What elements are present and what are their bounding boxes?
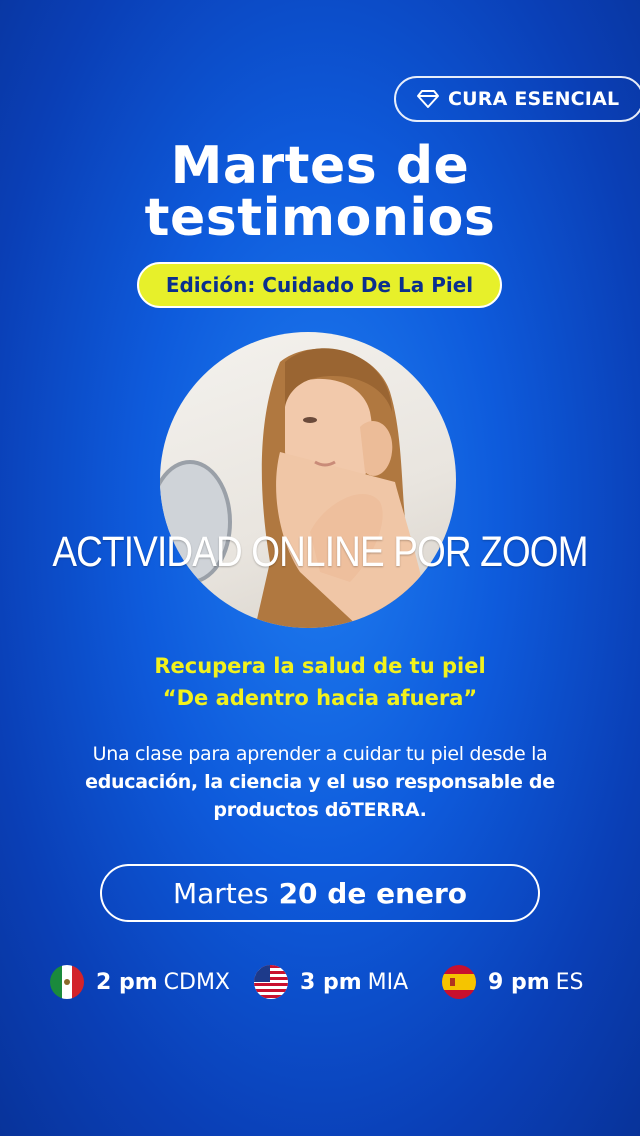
date-day: Martes (172, 876, 269, 910)
description-line-2: educación, la ciencia y el uso responsab… (85, 771, 555, 793)
schedule-item-mexico: 2 pm CDMX (50, 962, 230, 1002)
description-line-3: productos dōTERRA. (213, 799, 427, 821)
schedule: 2 pm CDMX 3 pm MIA 9 pm ES (50, 962, 610, 1002)
time-usa: 3 pm (300, 969, 362, 995)
diamond-icon (416, 89, 440, 109)
date-value: 20 de enero (278, 876, 468, 910)
headline: Recupera la salud de tu piel “De adentro… (0, 650, 640, 714)
mexico-flag-icon (50, 965, 84, 999)
online-activity-banner: ACTIVIDAD ONLINE POR ZOOM (52, 528, 588, 576)
schedule-item-spain: 9 pm ES (442, 962, 584, 1002)
edition-pill: Edición: Cuidado De La Piel (137, 262, 502, 308)
spain-flag-icon (442, 965, 476, 999)
title-line-2: testimonios (144, 188, 496, 248)
title-line-1: Martes de (170, 136, 470, 196)
badge-label: CURA ESENCIAL (448, 88, 620, 110)
date-pill: Martes 20 de enero (100, 864, 540, 922)
headline-line-1: Recupera la salud de tu piel (154, 654, 486, 678)
woman-skincare-photo (160, 332, 456, 628)
time-mexico: 2 pm (96, 969, 158, 995)
time-spain: 9 pm (488, 969, 550, 995)
headline-line-2: “De adentro hacia afuera” (162, 686, 478, 710)
usa-flag-icon (254, 965, 288, 999)
description: Una clase para aprender a cuidar tu piel… (20, 740, 620, 824)
schedule-item-usa: 3 pm MIA (254, 962, 408, 1002)
cura-esencial-badge: CURA ESENCIAL (394, 76, 640, 122)
description-line-1: Una clase para aprender a cuidar tu piel… (92, 743, 548, 765)
zone-usa: MIA (367, 969, 409, 995)
page-title: Martes de testimonios (0, 140, 640, 244)
zone-spain: ES (555, 969, 584, 995)
zone-mexico: CDMX (163, 969, 230, 995)
